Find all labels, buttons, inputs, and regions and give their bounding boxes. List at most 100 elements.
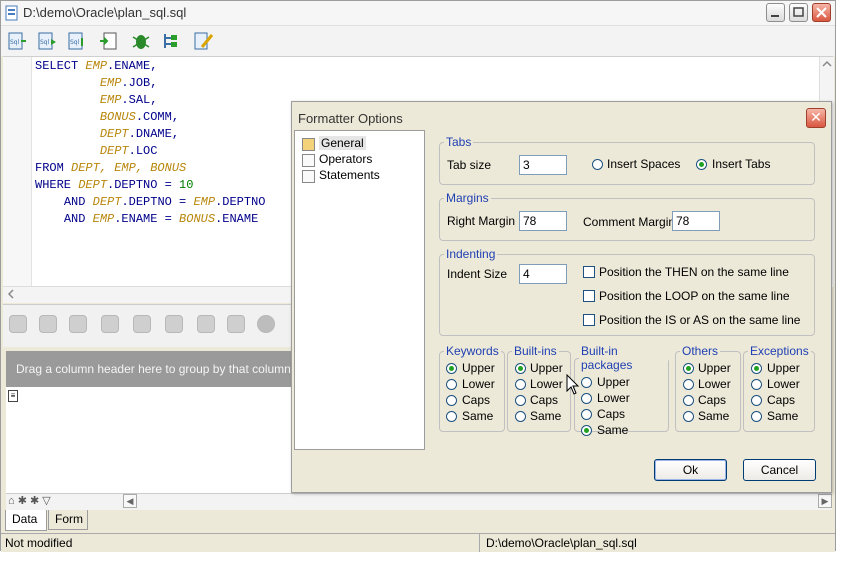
others-group: Others Upper Lower Caps Same <box>675 344 741 432</box>
comment-margin-input[interactable] <box>672 211 720 231</box>
tabs-legend: Tabs <box>446 135 472 149</box>
others-upper-radio[interactable] <box>683 363 694 374</box>
keywords-lower-radio[interactable] <box>446 379 457 390</box>
then-same-line-checkbox[interactable] <box>583 266 595 278</box>
keywords-caps-radio[interactable] <box>446 395 457 406</box>
tabs-group: Tabs Tab size Insert Spaces Insert Tabs <box>439 135 815 185</box>
data-grid[interactable] <box>6 387 296 493</box>
group-hint: Drag a column header here to group by th… <box>16 362 291 376</box>
others-upper-label: Upper <box>698 361 731 375</box>
keywords-upper-radio[interactable] <box>446 363 457 374</box>
packages-caps-radio[interactable] <box>581 409 592 420</box>
builtins-lower-radio[interactable] <box>515 379 526 390</box>
builtins-caps-radio[interactable] <box>515 395 526 406</box>
nav-scroll-left-button[interactable]: ◀ <box>123 494 137 508</box>
close-icon <box>816 7 827 18</box>
comment-margin-label: Comment Margin <box>583 215 676 229</box>
indent-size-input[interactable] <box>519 264 567 284</box>
others-caps-radio[interactable] <box>683 395 694 406</box>
is-as-same-line-checkbox[interactable] <box>583 314 595 326</box>
tab-size-label: Tab size <box>447 158 492 172</box>
tree-item-statements[interactable]: Statements <box>319 168 380 182</box>
exceptions-same-radio[interactable] <box>751 411 762 422</box>
builtins-upper-radio[interactable] <box>515 363 526 374</box>
packages-lower-radio[interactable] <box>581 393 592 404</box>
exceptions-upper-radio[interactable] <box>751 363 762 374</box>
window-title: D:\demo\Oracle\plan_sql.sql <box>23 5 187 20</box>
minimize-button[interactable] <box>766 3 785 22</box>
group-by-panel[interactable]: Drag a column header here to group by th… <box>6 351 296 387</box>
grid-cancel-icon[interactable] <box>257 315 275 333</box>
editor-horizontal-scrollbar[interactable] <box>3 286 303 303</box>
packages-upper-radio[interactable] <box>581 377 592 388</box>
scroll-up-icon[interactable] <box>822 59 832 69</box>
grid-next-icon[interactable] <box>69 315 87 333</box>
explain-plan-icon[interactable] <box>161 31 181 51</box>
insert-tabs-label: Insert Tabs <box>712 157 771 171</box>
code-line-9: AND DEPT.DEPTNO = EMP.DEPTNO <box>63 195 266 209</box>
nav-scroll-right-button[interactable]: ▶ <box>818 494 832 508</box>
tab-size-input[interactable] <box>519 155 567 175</box>
tab-form[interactable]: Form <box>48 510 88 530</box>
others-same-label: Same <box>698 409 730 423</box>
insert-spaces-radio[interactable] <box>592 159 603 170</box>
scroll-left-icon[interactable] <box>6 289 16 299</box>
grid-first-icon[interactable] <box>9 315 27 333</box>
builtins-same-radio[interactable] <box>515 411 526 422</box>
keywords-group: Keywords Upper Lower Caps Same <box>439 344 505 432</box>
formatter-icon[interactable] <box>193 31 215 51</box>
grid-last-icon[interactable] <box>101 315 119 333</box>
exceptions-legend: Exceptions <box>750 344 809 358</box>
grid-edit-icon[interactable] <box>197 315 215 333</box>
tree-item-general[interactable]: General <box>319 136 366 150</box>
exceptions-lower-radio[interactable] <box>751 379 762 390</box>
document-arrow-icon[interactable] <box>99 31 119 51</box>
packages-same-radio[interactable] <box>581 425 592 436</box>
builtins-caps-label: Caps <box>530 393 559 407</box>
builtins-same-label: Same <box>530 409 562 423</box>
mouse-cursor-icon <box>566 374 580 395</box>
sql-file-icon <box>5 5 18 21</box>
filter-icons[interactable]: ⌂ ✱ ✱ ▽ <box>8 494 51 507</box>
ok-button[interactable]: Ok <box>654 459 727 481</box>
status-bar: Not modified D:\demo\Oracle\plan_sql.sql <box>1 533 835 552</box>
tab-data[interactable]: Data <box>5 510 47 531</box>
others-same-radio[interactable] <box>683 411 694 422</box>
statements-icon <box>302 170 315 183</box>
debug-icon[interactable] <box>131 31 151 51</box>
loop-same-line-checkbox[interactable] <box>583 290 595 302</box>
close-window-button[interactable] <box>812 3 831 22</box>
cancel-button[interactable]: Cancel <box>743 459 816 481</box>
sql-run-icon[interactable]: Sql <box>37 31 57 51</box>
maximize-button[interactable] <box>789 3 808 22</box>
dialog-close-button[interactable]: ✕ <box>806 108 826 128</box>
builtins-legend: Built-ins <box>514 344 557 358</box>
builtins-upper-label: Upper <box>530 361 563 375</box>
exceptions-caps-label: Caps <box>767 393 796 407</box>
code-line-8: WHERE DEPT.DEPTNO = 10 <box>35 178 194 192</box>
sql-icon[interactable]: Sql <box>7 31 27 51</box>
code-line-6: DEPT.LOC <box>99 144 158 158</box>
grid-post-icon[interactable] <box>227 315 245 333</box>
right-margin-label: Right Margin <box>447 214 516 228</box>
packages-same-label: Same <box>597 423 629 437</box>
grid-prior-icon[interactable] <box>39 315 57 333</box>
insert-spaces-label: Insert Spaces <box>607 157 681 171</box>
exceptions-upper-label: Upper <box>767 361 800 375</box>
status-separator <box>479 534 480 552</box>
right-margin-input[interactable] <box>519 211 567 231</box>
exceptions-lower-label: Lower <box>767 377 800 391</box>
status-modified: Not modified <box>5 536 73 550</box>
exceptions-caps-radio[interactable] <box>751 395 762 406</box>
grid-insert-icon[interactable] <box>133 315 151 333</box>
insert-tabs-radio[interactable] <box>696 159 707 170</box>
sql-step-icon[interactable]: Sql <box>67 31 87 51</box>
others-lower-radio[interactable] <box>683 379 694 390</box>
tree-item-operators[interactable]: Operators <box>319 152 372 166</box>
keywords-same-radio[interactable] <box>446 411 457 422</box>
code-line-7: FROM DEPT, EMP, BONUS <box>35 161 187 175</box>
options-tree[interactable]: General Operators Statements <box>294 130 425 450</box>
grid-delete-icon[interactable] <box>165 315 183 333</box>
keywords-legend: Keywords <box>446 344 499 358</box>
formatter-options-dialog: Formatter Options ✕ General Operators St… <box>291 101 832 493</box>
